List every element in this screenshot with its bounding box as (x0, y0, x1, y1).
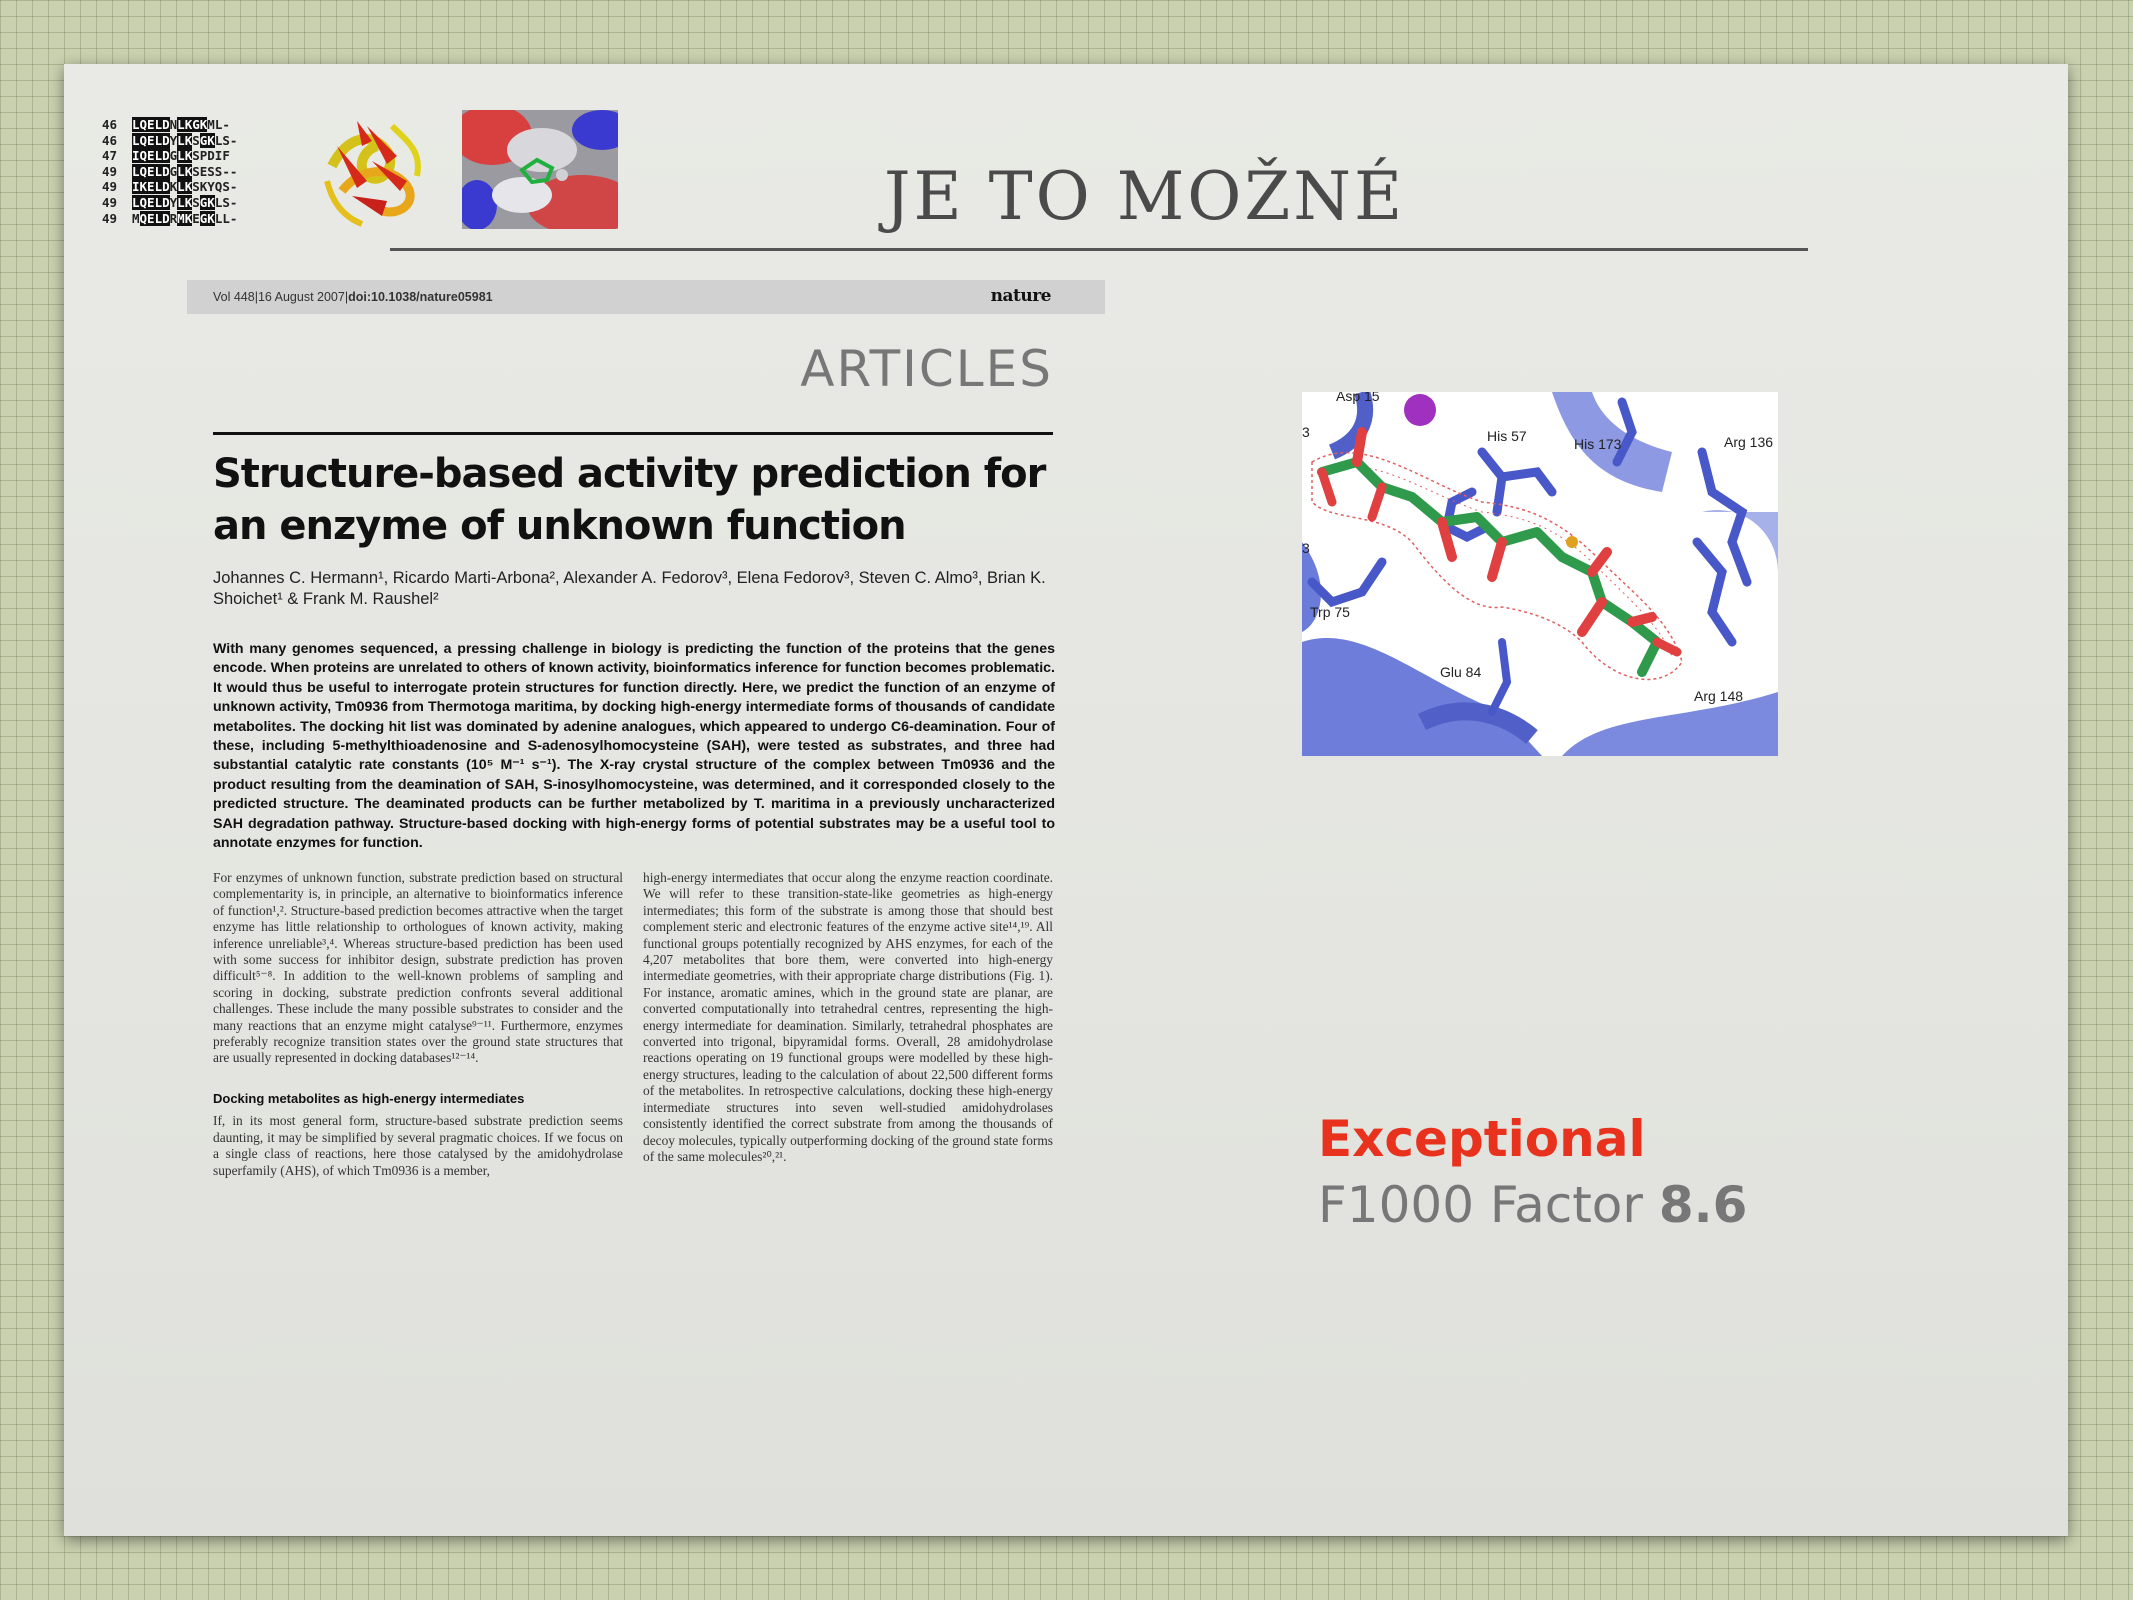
article-authors: Johannes C. Hermann¹, Ricardo Marti-Arbo… (213, 569, 1046, 608)
residue-label-arg148: Arg 148 (1694, 688, 1744, 704)
sequence-row: 49 IKELDKLKSKYQS- (102, 179, 238, 195)
article-header-bar: Vol 448|16 August 2007|doi:10.1038/natur… (187, 280, 1105, 314)
sequence-row: 46 LQELDNLKGKML- (102, 117, 230, 132)
article-body-left-column: For enzymes of unknown function, substra… (213, 870, 623, 1179)
residue-label-trp75: Trp 75 (1310, 604, 1350, 620)
article-abstract: With many genomes sequenced, a pressing … (213, 641, 1055, 852)
residue-label-his173: His 173 (1574, 436, 1622, 452)
residue-label-his57: His 57 (1487, 428, 1527, 444)
residue-label-left-top: 3 (1302, 424, 1310, 440)
journal-name: nature (990, 286, 1052, 306)
sequence-row: 49 LQELDYLKSGKLS- (102, 194, 238, 210)
body-paragraph: If, in its most general form, structure-… (213, 1113, 623, 1178)
rating-label: Exceptional (1318, 1110, 1646, 1168)
rating-factor-text: F1000 Factor (1318, 1176, 1659, 1234)
residue-label-asp: Asp 15 (1336, 392, 1380, 404)
slide-title: JE TO MOŽNÉ (884, 158, 1406, 235)
residue-label-glu84: Glu 84 (1440, 664, 1482, 680)
slide: 46 LQELDNLKGKML- 46 LQELDYLKSGKLS- 47 IQELDGL… (64, 64, 2068, 1536)
article-clipping: Vol 448|16 August 2007|doi:10.1038/natur… (187, 280, 1105, 1210)
residue-label-arg136: Arg 136 (1724, 434, 1774, 450)
article-title: Structure-based activity prediction for … (213, 451, 1046, 549)
body-paragraph: high-energy intermediates that occur alo… (643, 870, 1053, 1164)
article-volume: Vol 448|16 August 2007|doi:10.1038/natur… (213, 290, 493, 304)
body-paragraph: For enzymes of unknown function, substra… (213, 870, 623, 1066)
active-site-structure-image: Asp 15 3 3 His 57 His 173 Arg 136 Trp 75… (1302, 392, 1778, 756)
protein-ribbon-image (324, 121, 421, 227)
sequence-row: 49 MQELDRMKEGKLL- (102, 210, 238, 226)
rating-factor-value: 8.6 (1658, 1176, 1748, 1234)
protein-surface-image (462, 110, 618, 229)
article-body-right-column: high-energy intermediates that occur alo… (643, 870, 1053, 1165)
sequence-alignment-image: 46 LQELDNLKGKML- 46 LQELDYLKSGKLS- 47 IQELDGL… (102, 117, 282, 229)
title-underline (390, 248, 1808, 251)
sequence-row: 47 IQELDGLKSPDIF (102, 148, 230, 164)
article-title-rule (213, 432, 1053, 435)
sequence-row: 49 LQELDGLKSESS-- (102, 163, 238, 179)
article-section-label: ARTICLES (800, 340, 1053, 398)
residue-label-left-mid: 3 (1302, 540, 1310, 556)
article-doi: doi:10.1038/nature05981 (348, 290, 493, 304)
rating-factor: F1000 Factor 8.6 (1318, 1176, 1747, 1234)
sequence-row: 46 LQELDYLKSGKLS- (102, 132, 238, 148)
section-heading: Docking metabolites as high-energy inter… (213, 1090, 525, 1106)
